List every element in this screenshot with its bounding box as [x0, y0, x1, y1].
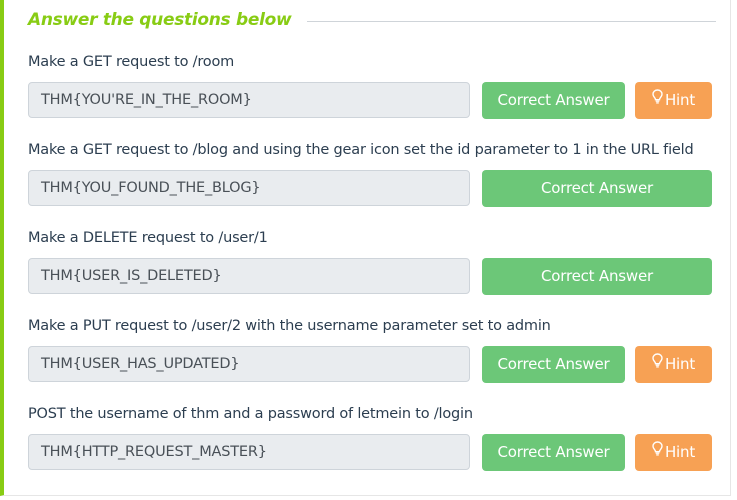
- answer-field[interactable]: THM{HTTP_REQUEST_MASTER}: [28, 434, 470, 470]
- correct-answer-button[interactable]: Correct Answer: [482, 170, 712, 207]
- hint-button[interactable]: Hint: [635, 434, 712, 471]
- question-text: Make a PUT request to /user/2 with the u…: [28, 318, 551, 334]
- answer-field[interactable]: THM{USER_HAS_UPDATED}: [28, 346, 470, 382]
- question-5: POST the username of thm and a password …: [28, 404, 718, 471]
- answer-field[interactable]: THM{YOU'RE_IN_THE_ROOM}: [28, 82, 470, 118]
- lightbulb-icon: [652, 81, 663, 118]
- correct-answer-button[interactable]: Correct Answer: [482, 258, 712, 295]
- answer-field[interactable]: THM{YOU_FOUND_THE_BLOG}: [28, 170, 470, 206]
- correct-answer-button[interactable]: Correct Answer: [482, 346, 625, 383]
- question-3: Make a DELETE request to /user/1 THM{USE…: [28, 228, 718, 295]
- section-title: Answer the questions below: [28, 10, 292, 30]
- lightbulb-icon: [652, 345, 663, 382]
- question-1: Make a GET request to /room THM{YOU'RE_I…: [28, 52, 718, 119]
- correct-answer-button[interactable]: Correct Answer: [482, 82, 625, 119]
- answer-field[interactable]: THM{USER_IS_DELETED}: [28, 258, 470, 294]
- hint-label: Hint: [664, 355, 696, 373]
- question-2: Make a GET request to /blog and using th…: [28, 140, 718, 207]
- question-text: Make a DELETE request to /user/1: [28, 230, 268, 246]
- hint-button[interactable]: Hint: [635, 82, 712, 119]
- section-header: Answer the questions below: [28, 8, 716, 32]
- correct-answer-button[interactable]: Correct Answer: [482, 434, 625, 471]
- hint-label: Hint: [664, 91, 696, 109]
- lightbulb-icon: [652, 433, 663, 470]
- question-text: Make a GET request to /room: [28, 54, 235, 70]
- question-4: Make a PUT request to /user/2 with the u…: [28, 316, 718, 383]
- question-text: POST the username of thm and a password …: [28, 406, 473, 422]
- header-divider: [307, 20, 716, 22]
- question-text: Make a GET request to /blog and using th…: [28, 142, 694, 158]
- hint-button[interactable]: Hint: [635, 346, 712, 383]
- hint-label: Hint: [664, 443, 696, 461]
- questions-card: Answer the questions below Make a GET re…: [0, 0, 731, 496]
